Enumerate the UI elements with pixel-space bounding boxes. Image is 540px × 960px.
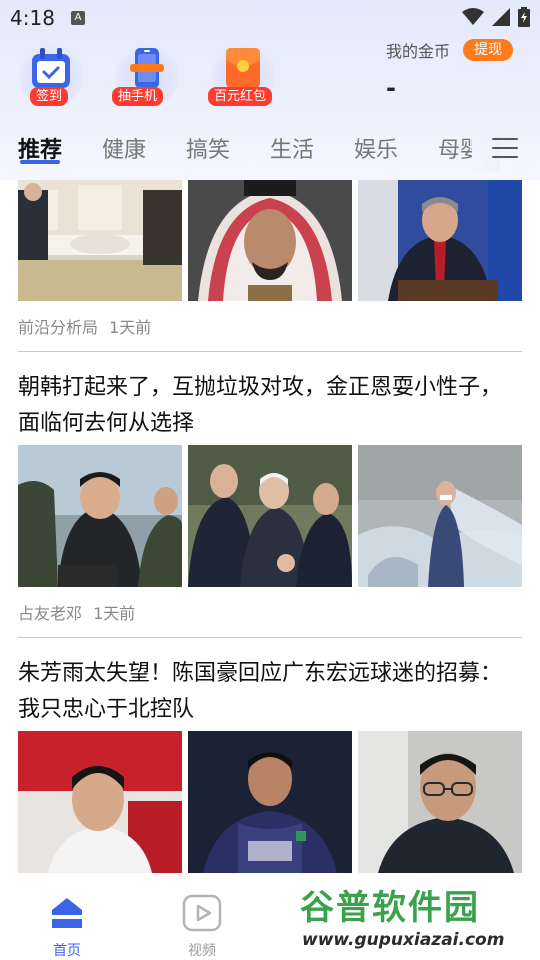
red-envelope-icon — [226, 48, 260, 88]
watermark: 谷普软件园 www.gupuxiazai.com — [296, 876, 540, 956]
leaders-handshake-photo — [188, 445, 352, 587]
tab-entertainment[interactable]: 娱乐 — [354, 132, 398, 164]
status-icons — [462, 7, 530, 27]
signal-icon — [492, 8, 510, 26]
nav-home[interactable]: 首页 — [37, 894, 97, 960]
man-in-red-headscarf-photo — [188, 180, 352, 301]
tab-parenting[interactable]: 母婴 — [438, 132, 472, 164]
home-icon — [52, 898, 82, 928]
phone-lottery-action[interactable]: 抽手机 — [112, 44, 208, 106]
balloon-trash-photo — [358, 445, 522, 587]
checkin-action[interactable]: 签到 — [16, 44, 112, 106]
watermark-logo: 谷普软件园 — [300, 888, 480, 928]
feed-item-source: 前沿分析局 — [18, 318, 99, 337]
status-bar: 4:18 A — [0, 0, 540, 36]
feed-item-3-title[interactable]: 朱芳雨太失望！陈国豪回应广东宏远球迷的招募：我只忠心于北控队 — [18, 656, 522, 728]
man-with-glasses-photo — [358, 731, 522, 873]
nav-home-label: 首页 — [53, 943, 81, 959]
coins-panel: 我的金币 提现 — [386, 38, 514, 62]
feed-item-2-images[interactable] — [18, 445, 522, 587]
man-at-podium-photo — [358, 180, 522, 301]
feed-item-2-title[interactable]: 朝韩打起来了，互抛垃圾对攻，金正恩耍小性子，面临何去何从选择 — [18, 370, 522, 442]
coins-label: 我的金币 — [386, 42, 451, 61]
phone-lottery-label: 抽手机 — [112, 87, 164, 106]
menu-icon[interactable] — [492, 138, 518, 160]
feed-item-source: 占友老邓 — [18, 604, 83, 623]
feed-item-time: 1天前 — [109, 318, 152, 337]
news-feed: 前沿分析局 1天前 朝韩打起来了，互抛垃圾对攻，金正恩耍小性子，面临何去何从选择 — [0, 180, 540, 874]
feed-item-1-meta: 前沿分析局 1天前 — [18, 314, 151, 338]
category-tabs: 推荐 健康 搞笑 生活 娱乐 母婴 — [0, 128, 540, 172]
feed-item-1-images[interactable] — [18, 180, 522, 301]
video-icon — [182, 894, 222, 932]
divider — [18, 637, 522, 638]
status-time: 4:18 — [10, 6, 55, 30]
leader-with-officers-photo — [18, 445, 182, 587]
notification-icon: A — [71, 11, 85, 25]
calendar-check-icon — [32, 48, 70, 88]
checkin-label: 签到 — [30, 87, 69, 106]
quick-actions: 签到 抽手机 百元红包 — [16, 44, 304, 106]
feed-item-time: 1天前 — [93, 604, 136, 623]
feed-item-3-images[interactable] — [18, 731, 522, 873]
battery-icon — [518, 7, 530, 27]
app-header: 4:18 A 签到 抽手机 百元红包 我的金币 提现 - 推荐 健康 搞笑 生活… — [0, 0, 540, 180]
withdraw-button[interactable]: 提现 — [463, 39, 514, 61]
player-in-jersey-photo — [188, 731, 352, 873]
player-portrait-photo — [18, 731, 182, 873]
wifi-icon — [462, 8, 484, 25]
active-tab-indicator — [20, 160, 60, 164]
feed-item-2-meta: 占友老邓 1天前 — [18, 600, 135, 624]
red-envelope-label: 百元红包 — [208, 87, 273, 106]
meeting-room-photo — [18, 180, 182, 301]
red-envelope-action[interactable]: 百元红包 — [208, 44, 304, 106]
nav-video[interactable]: 视频 — [172, 894, 232, 960]
phone-gift-icon — [130, 48, 164, 88]
watermark-url: www.gupuxiazai.com — [302, 930, 505, 950]
divider — [18, 351, 522, 352]
tab-life[interactable]: 生活 — [270, 132, 314, 164]
tab-health[interactable]: 健康 — [102, 132, 146, 164]
coins-value: - — [386, 74, 396, 102]
tab-funny[interactable]: 搞笑 — [186, 132, 230, 164]
nav-video-label: 视频 — [188, 943, 216, 959]
